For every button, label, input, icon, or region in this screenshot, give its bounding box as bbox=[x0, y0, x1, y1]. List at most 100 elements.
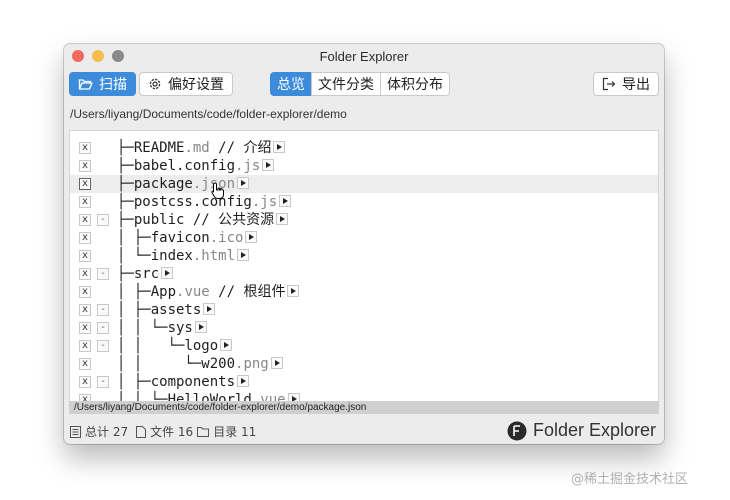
expand-arrow-icon[interactable] bbox=[276, 213, 289, 225]
tree-connector: │ ├─ bbox=[117, 284, 151, 300]
collapse-toggle[interactable]: - bbox=[97, 268, 109, 280]
tree-row[interactable]: x │ └─index.html bbox=[70, 247, 658, 265]
tree-row[interactable]: x ├─README.md // 介绍 bbox=[70, 139, 658, 157]
tree-row[interactable]: x │ │ └─w200.png bbox=[70, 355, 658, 373]
tree-connector: │ ├─ bbox=[117, 230, 151, 246]
title-bar: Folder Explorer bbox=[64, 44, 664, 68]
collapse-toggle[interactable]: - bbox=[97, 322, 109, 334]
exclude-checkbox[interactable]: x bbox=[79, 286, 91, 298]
tree-row[interactable]: x - │ │ └─sys bbox=[70, 319, 658, 337]
tree-list: x ├─README.md // 介绍 x ├─babel.config.js x ├─p… bbox=[70, 139, 658, 409]
tree-row[interactable]: x - ├─public // 公共资源 bbox=[70, 211, 658, 229]
tree-item-name: babel.config bbox=[133, 158, 236, 174]
stats: 总计 27 文件 16 目录 11 bbox=[70, 423, 256, 440]
tree-item-comment: // 介绍 bbox=[209, 140, 272, 156]
tree-connector: ├─ bbox=[117, 194, 134, 210]
scan-button[interactable]: 扫描 bbox=[69, 72, 136, 96]
expand-arrow-icon[interactable] bbox=[203, 303, 216, 315]
tree-item-name: w200 bbox=[201, 356, 236, 372]
collapse-toggle[interactable]: - bbox=[97, 340, 109, 352]
expand-arrow-icon[interactable] bbox=[287, 285, 300, 297]
scan-label: 扫描 bbox=[99, 77, 127, 93]
tree-item: ├─package.json bbox=[117, 176, 250, 192]
exclude-checkbox[interactable]: x bbox=[79, 214, 91, 226]
tree-item-extension: .html bbox=[192, 248, 236, 264]
tree-panel[interactable]: x ├─README.md // 介绍 x ├─babel.config.js x ├─p… bbox=[69, 130, 659, 414]
tree-item-comment: // 根组件 bbox=[209, 284, 286, 300]
file-count: 文件 16 bbox=[150, 425, 194, 439]
collapse-toggle[interactable]: - bbox=[97, 214, 109, 226]
exclude-checkbox[interactable]: x bbox=[79, 376, 91, 388]
expand-arrow-icon[interactable] bbox=[194, 321, 207, 333]
list-icon bbox=[70, 425, 81, 438]
tree-row[interactable]: x ├─package.json bbox=[70, 175, 658, 193]
gear-icon bbox=[149, 78, 161, 90]
tree-connector: ├─ bbox=[117, 158, 134, 174]
tree-row[interactable]: x - │ ├─assets bbox=[70, 301, 658, 319]
folder-icon bbox=[197, 426, 210, 437]
settings-button[interactable]: 偏好设置 bbox=[139, 72, 233, 96]
exclude-checkbox[interactable]: x bbox=[79, 304, 91, 316]
tree-connector: │ │ └─ bbox=[117, 356, 202, 372]
tree-connector: ├─ bbox=[117, 212, 134, 228]
expand-arrow-icon[interactable] bbox=[237, 177, 250, 189]
tree-item-name: postcss.config bbox=[133, 194, 252, 210]
exclude-checkbox[interactable]: x bbox=[79, 232, 91, 244]
tree-item-extension: .png bbox=[235, 356, 269, 372]
exclude-checkbox[interactable]: x bbox=[79, 160, 91, 172]
tree-item-name: sys bbox=[167, 320, 193, 336]
exclude-checkbox[interactable]: x bbox=[79, 358, 91, 370]
expand-arrow-icon[interactable] bbox=[220, 339, 233, 351]
tree-row[interactable]: x │ ├─favicon.ico bbox=[70, 229, 658, 247]
tree-item: │ │ └─logo bbox=[117, 338, 233, 354]
export-button[interactable]: 导出 bbox=[593, 72, 659, 96]
tree-connector: ├─ bbox=[117, 266, 134, 282]
expand-arrow-icon[interactable] bbox=[237, 249, 250, 261]
expand-arrow-icon[interactable] bbox=[270, 357, 283, 369]
tree-item: │ │ └─sys bbox=[117, 320, 207, 336]
tree-item-name: components bbox=[150, 374, 236, 390]
tree-item: ├─public // 公共资源 bbox=[117, 212, 289, 228]
file-icon bbox=[136, 425, 147, 438]
tree-item-name: package bbox=[133, 176, 193, 192]
expand-arrow-icon[interactable] bbox=[237, 375, 250, 387]
collapse-toggle[interactable]: - bbox=[97, 376, 109, 388]
expand-arrow-icon[interactable] bbox=[279, 195, 292, 207]
exclude-checkbox[interactable]: x bbox=[79, 340, 91, 352]
expand-arrow-icon[interactable] bbox=[273, 141, 286, 153]
expand-arrow-icon[interactable] bbox=[245, 231, 258, 243]
tree-row[interactable]: x - │ ├─components bbox=[70, 373, 658, 391]
tree-row[interactable]: x ├─postcss.config.js bbox=[70, 193, 658, 211]
brand-name: Folder Explorer bbox=[532, 420, 656, 440]
expand-arrow-icon[interactable] bbox=[262, 159, 275, 171]
exclude-checkbox[interactable]: x bbox=[79, 268, 91, 280]
watermark: @稀土掘金技术社区 bbox=[571, 472, 689, 487]
app-logo-icon bbox=[507, 421, 527, 440]
exclude-checkbox[interactable]: x bbox=[79, 196, 91, 208]
exclude-checkbox[interactable]: x bbox=[79, 178, 91, 190]
brand: Folder Explorer bbox=[507, 420, 656, 441]
tree-item-name: public bbox=[133, 212, 185, 228]
expand-arrow-icon[interactable] bbox=[161, 267, 174, 279]
tree-item-name: index bbox=[150, 248, 193, 264]
exclude-checkbox[interactable]: x bbox=[79, 322, 91, 334]
tab-file-types[interactable]: 文件分类 bbox=[311, 72, 381, 96]
tree-item: ├─README.md // 介绍 bbox=[117, 140, 286, 156]
tree-item: │ │ └─w200.png bbox=[117, 356, 283, 372]
export-icon bbox=[602, 77, 616, 91]
tree-item-name: favicon bbox=[150, 230, 210, 246]
tab-overview[interactable]: 总览 bbox=[270, 72, 312, 96]
tree-row[interactable]: x - ├─src bbox=[70, 265, 658, 283]
tab-size-distribution[interactable]: 体积分布 bbox=[380, 72, 450, 96]
tree-item: ├─postcss.config.js bbox=[117, 194, 292, 210]
exclude-checkbox[interactable]: x bbox=[79, 250, 91, 262]
tree-row[interactable]: x │ ├─App.vue // 根组件 bbox=[70, 283, 658, 301]
exclude-checkbox[interactable]: x bbox=[79, 142, 91, 154]
settings-label: 偏好设置 bbox=[168, 77, 224, 93]
collapse-toggle[interactable]: - bbox=[97, 304, 109, 316]
tree-item-extension: .md bbox=[184, 140, 210, 156]
tree-row[interactable]: x ├─babel.config.js bbox=[70, 157, 658, 175]
tree-row[interactable]: x - │ │ └─logo bbox=[70, 337, 658, 355]
tree-item: │ └─index.html bbox=[117, 248, 250, 264]
view-tabs: 总览 文件分类 体积分布 bbox=[270, 72, 450, 96]
